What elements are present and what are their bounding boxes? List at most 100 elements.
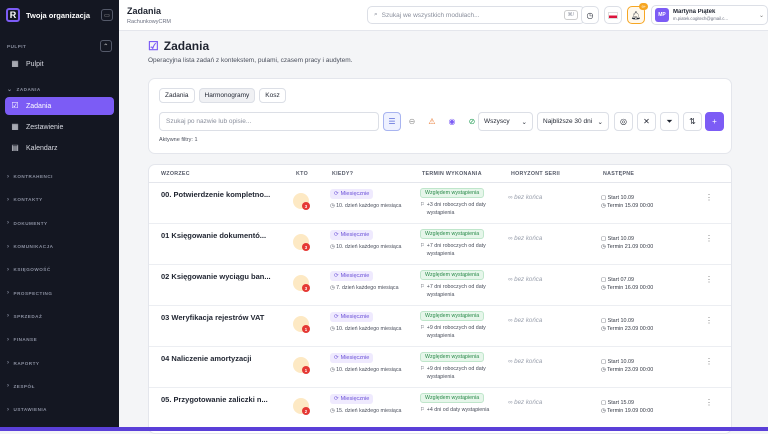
table-row[interactable]: 01 Księgowanie dokumentó... 3 ⟳ Miesięcznie…	[149, 224, 731, 265]
org-name: Twoja organizacja	[26, 10, 91, 20]
user-menu[interactable]: MP Martyna Piątek m.piatek.cogitech@gmail…	[651, 5, 768, 25]
frequency-label: Miesięcznie	[340, 232, 370, 238]
assignee-avatar[interactable]: 2	[293, 398, 310, 415]
calendar-icon: ▢	[601, 195, 608, 201]
table-row[interactable]: 02 Księgowanie wyciągu ban... 3 ⟳ Miesięczn…	[149, 265, 731, 306]
sidebar-group[interactable]: › DOKUMENTY	[0, 212, 119, 235]
start-value: Start 15.09	[607, 400, 634, 406]
status-minus-icon[interactable]: ⊖	[403, 112, 421, 131]
horizon-value: bez końca	[514, 317, 543, 324]
assignee-avatar[interactable]: 3	[293, 193, 310, 210]
shortcut-badge: ⌘/	[563, 10, 578, 20]
sidebar-group[interactable]: › KSIĘGOWOŚĆ	[0, 258, 119, 281]
sidebar-group[interactable]: › RAPORTY	[0, 351, 119, 374]
view-button[interactable]: ◎	[614, 112, 633, 131]
add-button[interactable]: +	[705, 112, 724, 131]
range-select[interactable]: Najbliższe 30 dni ⌄	[537, 112, 609, 131]
termin-line: ◷ Termin 21.09 00:00	[601, 243, 653, 251]
more-icon[interactable]: ⋮	[705, 193, 713, 202]
notifications-button[interactable]: 🔔︎ 9+	[627, 3, 648, 24]
expand-icon[interactable]: ⌃	[100, 40, 112, 52]
table-row[interactable]: 03 Weryfikacja rejestrów VAT 1 ⟳ Miesięczni…	[149, 306, 731, 347]
assignee-count: 1	[302, 366, 310, 374]
bell-icon: 🔔︎	[630, 10, 642, 20]
tab-kosz[interactable]: Kosz	[259, 88, 286, 103]
sidebar-item-pulpit[interactable]: ▦ Pulpit	[5, 55, 114, 73]
assignee-avatar[interactable]: 1	[293, 316, 310, 333]
sidebar-group[interactable]: › SPRZEDAŻ	[0, 305, 119, 328]
who-select[interactable]: Wszyscy ⌄	[478, 112, 533, 131]
pattern-name[interactable]: 05. Przygotowanie zaliczki n...	[161, 395, 273, 404]
status-play-icon[interactable]: ◉	[443, 112, 461, 131]
close-icon: ✕	[643, 117, 650, 126]
sidebar-item-zestawienie[interactable]: ▦ Zestawienie	[5, 118, 114, 136]
day-label: ◷ 10. dzień każdego miesiąca	[330, 244, 401, 250]
more-icon[interactable]: ⋮	[705, 316, 713, 325]
sidebar-item-label: Pulpit	[26, 60, 44, 68]
sidebar-collapse-icon[interactable]: ▭	[101, 9, 113, 21]
calendar-icon: ▢	[601, 400, 608, 406]
assignee-avatar[interactable]: 3	[293, 234, 310, 251]
horizon-value: bez końca	[514, 399, 543, 406]
sidebar-group[interactable]: › USTAWIENIA	[0, 398, 119, 421]
sidebar-group[interactable]: › ZESPÓŁ	[0, 375, 119, 398]
sidebar-group[interactable]: › FINANSE	[0, 328, 119, 351]
day-text: 10. dzień każdego miesiąca	[336, 244, 402, 250]
language-button[interactable]	[604, 6, 622, 24]
filters-card: Zadania Harmonogramy Kosz Szukaj po nazw…	[148, 78, 732, 154]
day-label: ◷ 7. dzień każdego miesiąca	[330, 285, 399, 291]
eye-icon: ◎	[620, 117, 627, 126]
clock-icon: ◷	[586, 10, 594, 20]
more-icon[interactable]: ⋮	[705, 234, 713, 243]
chevron-right-icon: ›	[7, 266, 10, 273]
topbar: Zadania RachunkowyCRM ⌕ Szukaj we wszystk…	[119, 0, 768, 31]
clock-button[interactable]: ◷	[581, 6, 599, 24]
horizon-value: bez końca	[514, 276, 543, 283]
task-search-input[interactable]: Szukaj po nazwie lub opisie...	[159, 112, 379, 131]
section-zadania[interactable]: ⌄ ZADANIA	[0, 86, 119, 93]
horizon: ∞ bez końca	[508, 358, 543, 365]
assignee-avatar[interactable]: 1	[293, 357, 310, 374]
chevron-right-icon: ›	[7, 313, 10, 320]
filter-icon[interactable]: ☰	[383, 112, 401, 131]
section-pulpit: PULPIT ⌃	[0, 40, 119, 52]
sort-button[interactable]: ⇅	[683, 112, 702, 131]
pattern-name[interactable]: 02 Księgowanie wyciągu ban...	[161, 272, 273, 281]
more-icon[interactable]: ⋮	[705, 357, 713, 366]
tab-zadania[interactable]: Zadania	[159, 88, 195, 103]
assignee-avatar[interactable]: 3	[293, 275, 310, 292]
table-row[interactable]: 00. Potwierdzenie kompletno... 3 ⟳ Miesięcz…	[149, 183, 731, 224]
status-warning-icon[interactable]: ⚠	[423, 112, 441, 131]
topbar-subtitle: RachunkowyCRM	[127, 19, 172, 25]
sidebar-group[interactable]: › KONTAKTY	[0, 188, 119, 211]
tab-harmonogramy[interactable]: Harmonogramy	[198, 88, 256, 103]
col-header: KIEDY?	[332, 171, 354, 177]
day-label: ◷ 10. dzień każdego miesiąca	[330, 326, 401, 332]
pattern-name[interactable]: 04 Naliczenie amortyzacji	[161, 354, 273, 363]
clear-button[interactable]: ✕	[637, 112, 656, 131]
funnel-button[interactable]: ⏷	[660, 112, 679, 131]
plus-icon: +	[712, 117, 717, 126]
more-icon[interactable]: ⋮	[705, 275, 713, 284]
main: ☑ Zadania Operacyjna lista zadań z kontek…	[119, 31, 768, 434]
sidebar-group[interactable]: › KONTRAHENCI	[0, 165, 119, 188]
start-line: ▢ Start 10.09	[601, 194, 653, 202]
termin-line: ◷ Termin 23.09 00:00	[601, 325, 653, 333]
sidebar-item-kalendarz[interactable]: ▤ Kalendarz	[5, 139, 114, 157]
more-icon[interactable]: ⋮	[705, 398, 713, 407]
sidebar-group-label: DOKUMENTY	[13, 220, 48, 226]
due-tag: Względem wystąpienia	[420, 188, 485, 198]
chevron-right-icon: ›	[7, 173, 10, 180]
sidebar-group[interactable]: › PROSPECTING	[0, 281, 119, 304]
pattern-name[interactable]: 03 Weryfikacja rejestrów VAT	[161, 313, 273, 322]
pattern-name[interactable]: 00. Potwierdzenie kompletno...	[161, 190, 273, 199]
sidebar-item-zadania[interactable]: ☑ Zadania	[5, 97, 114, 115]
due-text: ⚐ +4 dni od daty wystąpienia	[420, 407, 502, 415]
pattern-name[interactable]: 01 Księgowanie dokumentó...	[161, 231, 273, 240]
global-search-input[interactable]: ⌕ Szukaj we wszystkich modułach... ⌘/	[367, 6, 585, 24]
sidebar-group[interactable]: › KOMUNIKACJA	[0, 235, 119, 258]
start-line: ▢ Start 10.09	[601, 317, 653, 325]
table-row[interactable]: 04 Naliczenie amortyzacji 1 ⟳ Miesięcznie ◷ …	[149, 347, 731, 388]
frequency-label: Miesięcznie	[340, 396, 370, 402]
table-row[interactable]: 05. Przygotowanie zaliczki n... 2 ⟳ Miesięc…	[149, 388, 731, 429]
